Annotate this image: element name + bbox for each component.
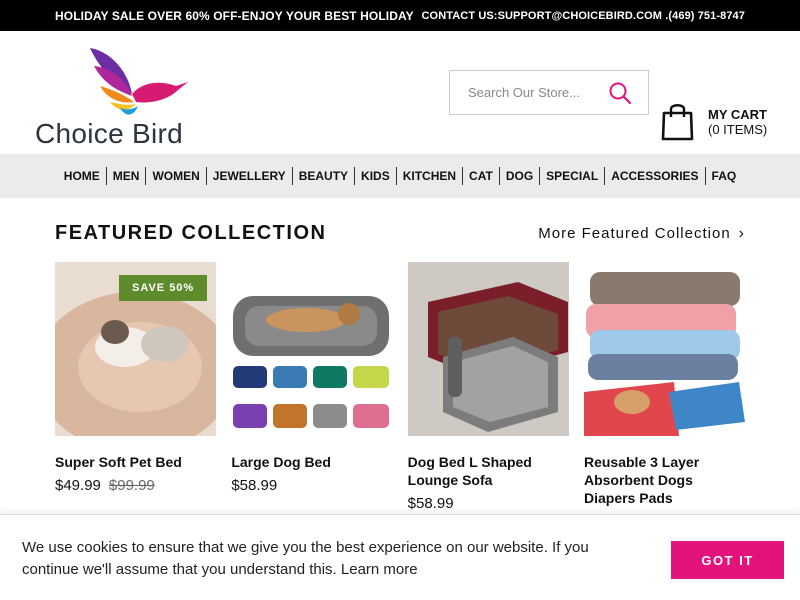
search-icon[interactable] xyxy=(608,81,632,105)
product-image[interactable]: SAVE 50% xyxy=(55,262,216,436)
cookie-text: We use cookies to ensure that we give yo… xyxy=(22,539,589,578)
brand-name: Choice Bird xyxy=(35,118,184,149)
nav-item-beauty[interactable]: BEAUTY xyxy=(291,167,354,185)
nav-item-jewellery[interactable]: JEWELLERY xyxy=(205,167,292,185)
product-price: $58.99 xyxy=(407,495,454,512)
more-featured-link[interactable]: More Featured Collection › xyxy=(538,225,745,243)
more-featured-label: More Featured Collection xyxy=(538,225,731,242)
nav-item-dog[interactable]: DOG xyxy=(498,167,539,185)
save-badge: SAVE 50% xyxy=(119,275,208,301)
cart-count: (0 ITEMS) xyxy=(708,122,768,137)
nav-item-special[interactable]: SPECIAL xyxy=(539,167,604,185)
main-nav: HOME MEN WOMEN JEWELLERY BEAUTY KIDS KIT… xyxy=(0,154,800,198)
nav-item-cat[interactable]: CAT xyxy=(462,167,499,185)
cart-link[interactable]: MY CART (0 ITEMS) xyxy=(661,101,767,141)
product-old-price: $99.99 xyxy=(108,477,155,494)
contact-text[interactable]: CONTACT US:SUPPORT@CHOICEBIRD.COM .(469)… xyxy=(422,10,745,22)
announcement-bar: HOLIDAY SALE OVER 60% OFF-ENJOY YOUR BES… xyxy=(0,0,800,31)
nav-item-accessories[interactable]: ACCESSORIES xyxy=(604,167,704,185)
product-name[interactable]: Super Soft Pet Bed xyxy=(55,453,216,471)
hummingbird-logo-icon xyxy=(90,48,188,115)
nav-item-kids[interactable]: KIDS xyxy=(354,167,396,185)
cart-title: MY CART xyxy=(708,107,767,122)
nav-item-faq[interactable]: FAQ xyxy=(704,167,743,185)
product-image[interactable] xyxy=(583,262,745,436)
product-image[interactable] xyxy=(407,262,569,436)
product-price: $58.99 xyxy=(231,477,278,494)
search-input[interactable] xyxy=(468,85,608,100)
product-price: $49.99 xyxy=(55,477,101,494)
section-title: FEATURED COLLECTION xyxy=(55,222,327,244)
product-card[interactable]: Large Dog Bed $58.99 xyxy=(231,262,393,513)
cookie-message: We use cookies to ensure that we give yo… xyxy=(22,537,622,581)
nav-item-women[interactable]: WOMEN xyxy=(145,167,205,185)
site-logo[interactable]: Choice Bird xyxy=(35,46,205,151)
cookie-banner: We use cookies to ensure that we give yo… xyxy=(0,514,800,600)
sofa-bed-image-icon xyxy=(407,262,569,436)
diaper-pads-image-icon xyxy=(583,262,745,436)
product-card[interactable]: Dog Bed L Shaped Lounge Sofa $58.99 xyxy=(407,262,569,513)
site-header: Choice Bird MY CART (0 ITEMS) xyxy=(0,31,800,154)
nav-item-kitchen[interactable]: KITCHEN xyxy=(395,167,462,185)
nav-item-men[interactable]: MEN xyxy=(105,167,146,185)
promo-text: HOLIDAY SALE OVER 60% OFF-ENJOY YOUR BES… xyxy=(55,8,414,23)
search-box xyxy=(449,70,649,115)
product-card[interactable]: SAVE 50% Super Soft Pet Bed $49.99 $99.99 xyxy=(55,262,216,513)
nav-item-home[interactable]: HOME xyxy=(58,167,106,185)
shopping-bag-icon xyxy=(661,104,694,141)
dog-bed-image-icon xyxy=(231,262,393,436)
product-name[interactable]: Large Dog Bed xyxy=(231,453,392,471)
product-grid: SAVE 50% Super Soft Pet Bed $49.99 $99.99 xyxy=(55,262,745,513)
featured-header: FEATURED COLLECTION More Featured Collec… xyxy=(55,222,745,245)
product-card[interactable]: Reusable 3 Layer Absorbent Dogs Diapers … xyxy=(583,262,745,513)
got-it-button[interactable]: GOT IT xyxy=(671,541,784,579)
product-image[interactable] xyxy=(231,262,393,436)
product-name[interactable]: Reusable 3 Layer Absorbent Dogs Diapers … xyxy=(584,453,745,507)
learn-more-link[interactable]: Learn more xyxy=(341,561,418,578)
chevron-right-icon: › xyxy=(738,224,745,242)
product-name[interactable]: Dog Bed L Shaped Lounge Sofa xyxy=(408,453,569,489)
